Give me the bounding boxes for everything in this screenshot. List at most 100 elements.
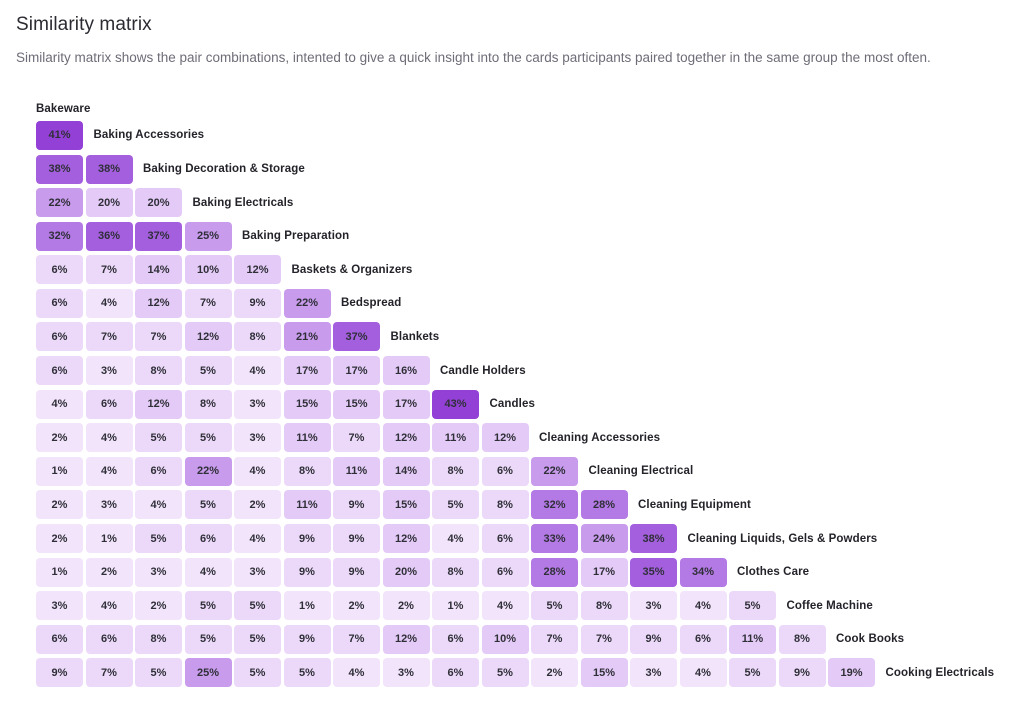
matrix-cell[interactable]: 6% <box>36 356 83 386</box>
matrix-cell[interactable]: 5% <box>283 658 331 688</box>
matrix-cell[interactable]: 43% <box>432 389 479 419</box>
matrix-cell[interactable]: 4% <box>85 591 133 621</box>
matrix-cell[interactable]: 5% <box>184 490 232 520</box>
matrix-cell[interactable]: 14% <box>135 255 182 285</box>
matrix-cell[interactable]: 12% <box>481 423 529 453</box>
matrix-cell[interactable]: 9% <box>36 658 83 688</box>
matrix-cell[interactable]: 20% <box>135 188 182 218</box>
matrix-cell[interactable]: 4% <box>184 557 232 587</box>
matrix-cell[interactable]: 19% <box>828 658 875 688</box>
matrix-cell[interactable]: 6% <box>36 288 83 318</box>
matrix-cell[interactable]: 37% <box>135 221 182 251</box>
matrix-cell[interactable]: 22% <box>184 456 232 486</box>
matrix-cell[interactable]: 9% <box>283 524 331 554</box>
matrix-cell[interactable]: 11% <box>283 423 331 453</box>
matrix-cell[interactable]: 12% <box>135 389 182 419</box>
matrix-cell[interactable]: 4% <box>432 524 479 554</box>
matrix-cell[interactable]: 5% <box>234 658 281 688</box>
matrix-cell[interactable]: 25% <box>184 658 232 688</box>
matrix-cell[interactable]: 16% <box>382 356 430 386</box>
matrix-cell[interactable]: 25% <box>184 221 232 251</box>
matrix-cell[interactable]: 3% <box>234 423 281 453</box>
matrix-cell[interactable]: 5% <box>432 490 479 520</box>
matrix-cell[interactable]: 6% <box>36 322 83 352</box>
matrix-cell[interactable]: 6% <box>135 456 182 486</box>
matrix-cell[interactable]: 12% <box>382 423 430 453</box>
matrix-cell[interactable]: 12% <box>234 255 281 285</box>
matrix-cell[interactable]: 9% <box>333 557 380 587</box>
matrix-cell[interactable]: 2% <box>234 490 281 520</box>
matrix-cell[interactable]: 17% <box>333 356 380 386</box>
matrix-cell[interactable]: 34% <box>679 557 727 587</box>
matrix-cell[interactable]: 5% <box>531 591 578 621</box>
matrix-cell[interactable]: 8% <box>580 591 628 621</box>
matrix-cell[interactable]: 2% <box>531 658 578 688</box>
matrix-cell[interactable]: 28% <box>531 557 578 587</box>
matrix-cell[interactable]: 12% <box>382 624 430 654</box>
matrix-cell[interactable]: 15% <box>283 389 331 419</box>
matrix-cell[interactable]: 3% <box>630 591 677 621</box>
matrix-cell[interactable]: 2% <box>36 490 83 520</box>
matrix-cell[interactable]: 36% <box>85 221 133 251</box>
matrix-cell[interactable]: 5% <box>184 356 232 386</box>
matrix-cell[interactable]: 4% <box>481 591 529 621</box>
matrix-cell[interactable]: 6% <box>36 624 83 654</box>
matrix-cell[interactable]: 5% <box>729 591 776 621</box>
matrix-cell[interactable]: 6% <box>184 524 232 554</box>
matrix-cell[interactable]: 12% <box>135 288 182 318</box>
matrix-cell[interactable]: 8% <box>481 490 529 520</box>
matrix-cell[interactable]: 1% <box>85 524 133 554</box>
matrix-cell[interactable]: 20% <box>85 188 133 218</box>
matrix-cell[interactable]: 4% <box>333 658 380 688</box>
matrix-cell[interactable]: 2% <box>85 557 133 587</box>
matrix-cell[interactable]: 6% <box>36 255 83 285</box>
matrix-cell[interactable]: 7% <box>85 322 133 352</box>
matrix-cell[interactable]: 4% <box>234 356 281 386</box>
matrix-cell[interactable]: 3% <box>630 658 677 688</box>
matrix-cell[interactable]: 17% <box>382 389 430 419</box>
matrix-cell[interactable]: 2% <box>36 423 83 453</box>
matrix-cell[interactable]: 9% <box>234 288 281 318</box>
matrix-cell[interactable]: 17% <box>580 557 628 587</box>
matrix-cell[interactable]: 2% <box>36 524 83 554</box>
matrix-cell[interactable]: 3% <box>234 389 281 419</box>
matrix-cell[interactable]: 12% <box>184 322 232 352</box>
matrix-cell[interactable]: 3% <box>135 557 182 587</box>
matrix-cell[interactable]: 38% <box>36 154 83 184</box>
matrix-cell[interactable]: 4% <box>85 288 133 318</box>
matrix-cell[interactable]: 7% <box>184 288 232 318</box>
matrix-cell[interactable]: 8% <box>283 456 331 486</box>
matrix-cell[interactable]: 3% <box>382 658 430 688</box>
matrix-cell[interactable]: 6% <box>481 557 529 587</box>
matrix-cell[interactable]: 32% <box>531 490 578 520</box>
matrix-cell[interactable]: 11% <box>432 423 479 453</box>
matrix-cell[interactable]: 5% <box>184 624 232 654</box>
matrix-cell[interactable]: 41% <box>36 120 83 150</box>
matrix-cell[interactable]: 1% <box>36 557 83 587</box>
matrix-cell[interactable]: 6% <box>481 456 529 486</box>
matrix-cell[interactable]: 21% <box>283 322 331 352</box>
matrix-cell[interactable]: 12% <box>382 524 430 554</box>
matrix-cell[interactable]: 15% <box>382 490 430 520</box>
matrix-cell[interactable]: 14% <box>382 456 430 486</box>
matrix-cell[interactable]: 4% <box>85 423 133 453</box>
matrix-cell[interactable]: 4% <box>679 591 727 621</box>
matrix-cell[interactable]: 5% <box>184 591 232 621</box>
matrix-cell[interactable]: 35% <box>630 557 677 587</box>
matrix-cell[interactable]: 7% <box>85 658 133 688</box>
matrix-cell[interactable]: 38% <box>85 154 133 184</box>
matrix-cell[interactable]: 5% <box>184 423 232 453</box>
matrix-cell[interactable]: 11% <box>333 456 380 486</box>
matrix-cell[interactable]: 7% <box>333 624 380 654</box>
matrix-cell[interactable]: 2% <box>135 591 182 621</box>
matrix-cell[interactable]: 9% <box>333 524 380 554</box>
matrix-cell[interactable]: 10% <box>481 624 529 654</box>
matrix-cell[interactable]: 6% <box>679 624 727 654</box>
matrix-cell[interactable]: 3% <box>85 356 133 386</box>
matrix-cell[interactable]: 6% <box>85 624 133 654</box>
matrix-cell[interactable]: 37% <box>333 322 380 352</box>
matrix-cell[interactable]: 5% <box>234 591 281 621</box>
matrix-cell[interactable]: 6% <box>432 624 479 654</box>
matrix-cell[interactable]: 3% <box>36 591 83 621</box>
matrix-cell[interactable]: 7% <box>531 624 578 654</box>
